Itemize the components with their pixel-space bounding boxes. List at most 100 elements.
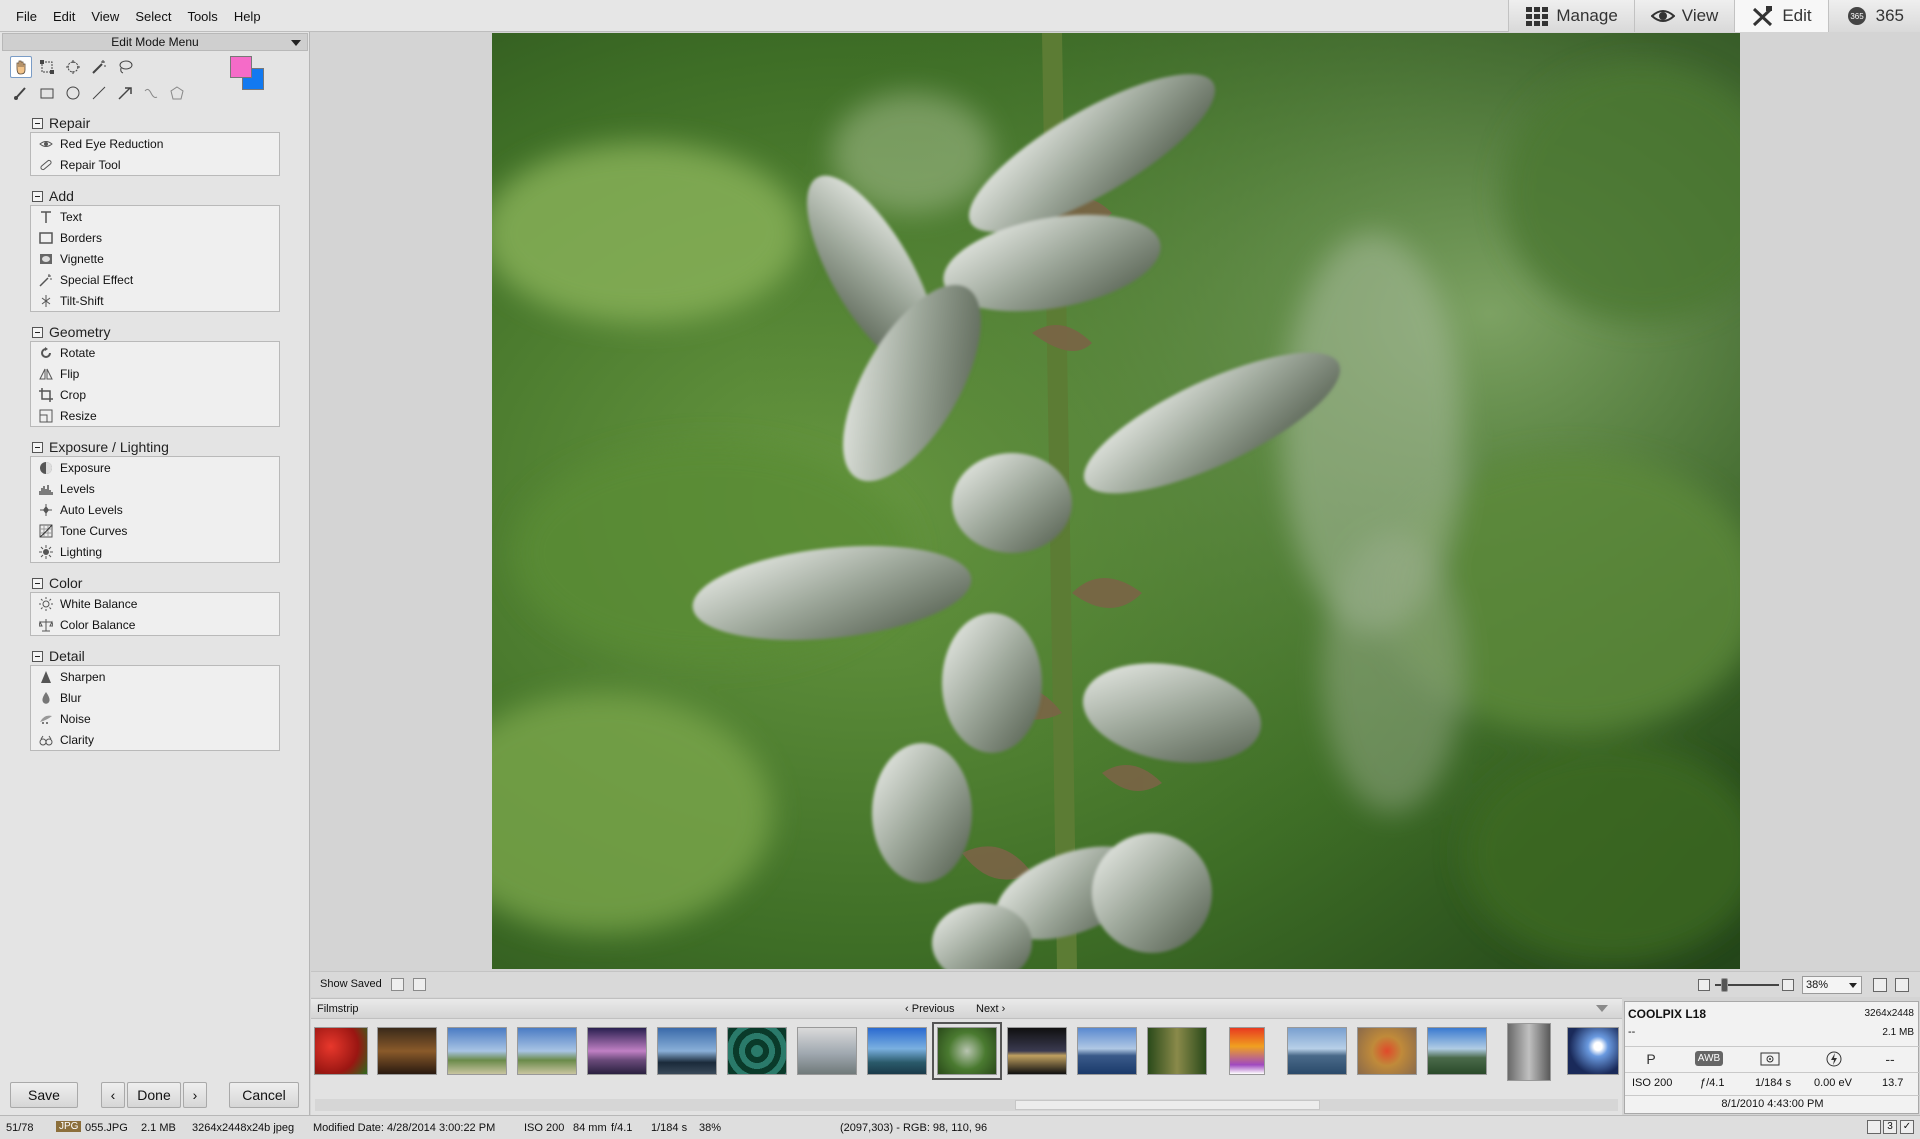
actual-size-icon[interactable]: [1873, 978, 1887, 992]
section-header-geometry[interactable]: Geometry: [32, 323, 110, 341]
transform-select-icon[interactable]: [36, 56, 58, 78]
edit-mode-menu-header[interactable]: Edit Mode Menu: [2, 33, 308, 51]
item-flip[interactable]: Flip: [31, 363, 279, 384]
rectangle-select-icon[interactable]: [36, 82, 58, 104]
thumbnail-selected[interactable]: [932, 1022, 1002, 1080]
mode-view-button[interactable]: View: [1633, 0, 1735, 32]
page-number[interactable]: 3: [1883, 1120, 1897, 1134]
filmstrip-scrollbar[interactable]: [315, 1099, 1618, 1111]
thumbnail[interactable]: [1077, 1027, 1137, 1075]
collapse-icon[interactable]: [32, 190, 43, 202]
curve-tool-icon[interactable]: [140, 82, 162, 104]
thumbnail[interactable]: [1357, 1027, 1417, 1075]
thumbnail[interactable]: [797, 1027, 857, 1075]
previous-button[interactable]: ‹: [101, 1082, 125, 1108]
item-vignette[interactable]: Vignette: [31, 248, 279, 269]
item-tone-curves[interactable]: Tone Curves: [31, 520, 279, 541]
menu-view[interactable]: View: [83, 9, 127, 24]
section-header-color[interactable]: Color: [32, 574, 82, 592]
thumbnail[interactable]: [377, 1027, 437, 1075]
check-icon[interactable]: ✓: [1900, 1120, 1914, 1134]
thumbnail[interactable]: [1427, 1027, 1487, 1075]
filmstrip-previous-button[interactable]: ‹ Previous: [905, 1003, 955, 1015]
chevron-down-icon[interactable]: [291, 40, 301, 46]
thumbnail[interactable]: [1567, 1027, 1619, 1075]
chevron-down-icon[interactable]: [1596, 1005, 1608, 1012]
show-saved-button[interactable]: Show Saved: [320, 978, 382, 990]
item-auto-levels[interactable]: Auto Levels: [31, 499, 279, 520]
item-blur[interactable]: Blur: [31, 687, 279, 708]
zoom-out-icon[interactable]: [1698, 979, 1710, 991]
item-special-effect[interactable]: Special Effect: [31, 269, 279, 290]
ellipse-select-icon[interactable]: [62, 82, 84, 104]
mode-365-button[interactable]: 365 365: [1827, 0, 1920, 32]
item-text[interactable]: Text: [31, 206, 279, 227]
brush-icon[interactable]: [10, 82, 32, 104]
section-header-repair[interactable]: Repair: [32, 114, 90, 132]
collapse-icon[interactable]: [32, 441, 43, 453]
lasso-icon[interactable]: [114, 56, 136, 78]
menu-tools[interactable]: Tools: [179, 9, 225, 24]
menu-help[interactable]: Help: [226, 9, 269, 24]
item-levels[interactable]: Levels: [31, 478, 279, 499]
collapse-icon[interactable]: [32, 117, 43, 129]
done-button[interactable]: Done: [127, 1082, 181, 1108]
info-view-icon[interactable]: [413, 978, 426, 991]
zoom-slider-thumb[interactable]: [1721, 978, 1728, 992]
item-resize[interactable]: Resize: [31, 405, 279, 426]
item-clarity[interactable]: Clarity: [31, 729, 279, 750]
thumbnail[interactable]: [1287, 1027, 1347, 1075]
photo-canvas[interactable]: [492, 33, 1740, 969]
scrollbar-thumb[interactable]: [1015, 1100, 1320, 1110]
arrow-tool-icon[interactable]: [114, 82, 136, 104]
thumbnail[interactable]: [587, 1027, 647, 1075]
hand-tool-icon[interactable]: [10, 56, 32, 78]
thumbnail[interactable]: [1507, 1023, 1551, 1081]
menu-select[interactable]: Select: [127, 9, 179, 24]
item-repair-tool[interactable]: Repair Tool: [31, 154, 279, 175]
thumbnail[interactable]: [1229, 1027, 1265, 1075]
color-swatch[interactable]: [230, 56, 268, 94]
item-noise[interactable]: Noise: [31, 708, 279, 729]
item-lighting[interactable]: Lighting: [31, 541, 279, 562]
thumbnail[interactable]: [517, 1027, 577, 1075]
item-crop[interactable]: Crop: [31, 384, 279, 405]
thumbnail[interactable]: [314, 1027, 368, 1075]
layout-icon[interactable]: [1867, 1120, 1881, 1134]
item-tilt-shift[interactable]: Tilt-Shift: [31, 290, 279, 311]
item-color-balance[interactable]: Color Balance: [31, 614, 279, 635]
item-sharpen[interactable]: Sharpen: [31, 666, 279, 687]
polygon-tool-icon[interactable]: [166, 82, 188, 104]
section-header-exposure-lighting[interactable]: Exposure / Lighting: [32, 438, 169, 456]
mode-edit-button[interactable]: Edit: [1734, 0, 1828, 32]
save-button[interactable]: Save: [10, 1082, 78, 1108]
filmstrip-next-button[interactable]: Next ›: [976, 1003, 1005, 1015]
zoom-in-icon[interactable]: [1782, 979, 1794, 991]
item-white-balance[interactable]: White Balance: [31, 593, 279, 614]
item-exposure[interactable]: Exposure: [31, 457, 279, 478]
mode-manage-button[interactable]: Manage: [1508, 0, 1634, 32]
item-rotate[interactable]: Rotate: [31, 342, 279, 363]
menu-edit[interactable]: Edit: [45, 9, 83, 24]
thumbnail[interactable]: [657, 1027, 717, 1075]
magic-wand-icon[interactable]: [88, 56, 110, 78]
collapse-icon[interactable]: [32, 577, 43, 589]
rotate-select-icon[interactable]: [62, 56, 84, 78]
thumbnail[interactable]: [727, 1027, 787, 1075]
thumbnail[interactable]: [447, 1027, 507, 1075]
section-header-add[interactable]: Add: [32, 187, 74, 205]
section-header-detail[interactable]: Detail: [32, 647, 85, 665]
thumbnail[interactable]: [867, 1027, 927, 1075]
thumbnail[interactable]: [1007, 1027, 1067, 1075]
item-borders[interactable]: Borders: [31, 227, 279, 248]
item-red-eye-reduction[interactable]: Red Eye Reduction: [31, 133, 279, 154]
line-tool-icon[interactable]: [88, 82, 110, 104]
cancel-button[interactable]: Cancel: [229, 1082, 299, 1108]
thumbnail[interactable]: [1147, 1027, 1207, 1075]
fit-window-icon[interactable]: [1895, 978, 1909, 992]
collapse-icon[interactable]: [32, 650, 43, 662]
foreground-color[interactable]: [230, 56, 252, 78]
menu-file[interactable]: File: [8, 9, 45, 24]
zoom-select[interactable]: 38%: [1802, 976, 1862, 994]
collapse-icon[interactable]: [32, 326, 43, 338]
